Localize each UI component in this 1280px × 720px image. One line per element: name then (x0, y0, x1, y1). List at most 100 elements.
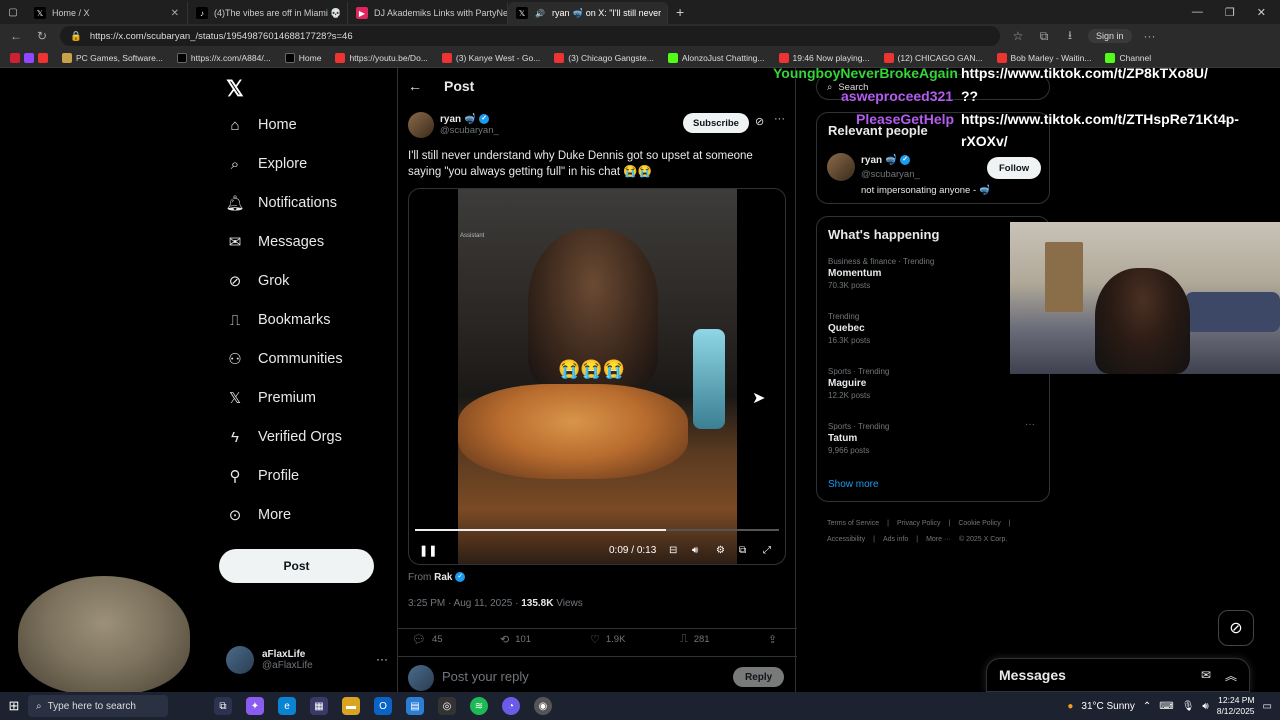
bookmark-item[interactable]: (3) Kanye West - Go... (441, 52, 540, 63)
outlook-icon[interactable]: O (374, 697, 392, 715)
close-window-icon[interactable]: ✕ (1257, 6, 1266, 19)
chevron-up-icon[interactable]: ⌃ (1143, 701, 1151, 712)
nav-more[interactable]: ⊙ More (226, 506, 291, 524)
steam-icon[interactable]: ◎ (438, 697, 456, 715)
trend-item[interactable]: Sports · Trending Maguire 12.2K posts (828, 367, 889, 400)
person-name-row[interactable]: ryan 🤿 ✓ (861, 155, 911, 166)
trend-item[interactable]: Trending Quebec 16.3K posts (828, 312, 870, 345)
pause-icon[interactable]: ❚❚ (419, 544, 437, 557)
footer-link[interactable]: Terms of Service (827, 520, 879, 527)
bookmark-item[interactable]: PC Games, Software... (62, 52, 163, 63)
edge-icon[interactable]: e (278, 697, 296, 715)
extensions-icon[interactable]: ⧉ (1036, 29, 1052, 44)
x-logo-icon[interactable]: 𝕏 (226, 76, 244, 102)
nav-bookmarks[interactable]: ⎍ Bookmarks (226, 311, 331, 329)
reply-action[interactable]: 💬︎ 45 (412, 633, 443, 646)
nav-notifications[interactable]: 🔔︎ Notifications (225, 194, 337, 212)
settings-more-icon[interactable]: ··· (1142, 29, 1158, 43)
reply-button[interactable]: Reply (733, 667, 785, 687)
video-player[interactable]: Assistant 😭😭😭 ❚❚ 0:09 / 0:13 ⊟ 🔊︎ ⚙ ⧉ ⤢ (408, 188, 786, 565)
nav-home[interactable]: ⌂ Home (226, 116, 296, 134)
obs-icon[interactable]: ◉ (534, 697, 552, 715)
bookmark-item[interactable]: Channel (1105, 52, 1151, 63)
browser-tab-post[interactable]: 𝕏 🔊 ryan 🤿 on X: "I'll still never ✕ (508, 2, 668, 24)
maximize-icon[interactable]: ❐ (1225, 6, 1235, 19)
bookmark-item[interactable]: (12) CHICAGO GAN... (883, 52, 983, 63)
footer-link[interactable]: Accessibility (827, 536, 865, 543)
bookmark-item[interactable]: https://youtu.be/Do... (335, 52, 428, 63)
spotify-icon[interactable]: ≋ (470, 697, 488, 715)
repost-action[interactable]: ⟲ 101 (500, 633, 531, 646)
volume-icon[interactable]: 🔊︎ (1202, 701, 1208, 712)
copilot-icon[interactable]: ✦ (246, 697, 264, 715)
downloads-icon[interactable]: ⭳ (1062, 26, 1078, 47)
refresh-icon[interactable]: ↻ (34, 29, 50, 43)
volume-icon[interactable]: 🔊︎ (692, 545, 698, 556)
post-author[interactable]: ryan 🤿 ✓ @scubaryan_ (408, 112, 499, 138)
pip-icon[interactable]: ⧉ (739, 545, 746, 556)
bookmark-item[interactable]: AlonzoJust Chatting... (667, 52, 765, 63)
reply-input[interactable]: Post your reply (442, 669, 529, 684)
bookmark-item[interactable]: Bob Marley - Waitin... (996, 52, 1091, 63)
more-dots-icon[interactable]: ··· (1025, 419, 1035, 430)
like-action[interactable]: ♡ 1.9K (590, 633, 625, 646)
nav-premium[interactable]: 𝕏 Premium (226, 389, 316, 407)
bookmark-action[interactable]: ⎍ 281 (680, 633, 710, 646)
favorites-icon[interactable]: ☆ (1010, 29, 1026, 43)
footer-link[interactable]: Cookie Policy (958, 520, 1000, 527)
new-tab-icon[interactable]: + (668, 4, 684, 20)
messages-drawer[interactable]: Messages ✉ ︽ (986, 658, 1250, 692)
avatar[interactable] (408, 112, 434, 138)
grok-icon[interactable]: ⊘ (755, 115, 764, 128)
calculator-icon[interactable]: ▤ (406, 697, 424, 715)
subscribe-button[interactable]: Subscribe (683, 113, 749, 133)
url-field[interactable]: 🔒 https://x.com/scubaryan_/status/195498… (60, 26, 1000, 46)
source-name[interactable]: Rak (434, 572, 452, 583)
expand-icon[interactable]: ︽ (1225, 667, 1237, 684)
minimize-icon[interactable]: — (1192, 6, 1203, 19)
bookmark-item[interactable]: 19:46 Now playing... (778, 52, 870, 63)
share-action[interactable]: ⇪ (768, 633, 777, 646)
nav-explore[interactable]: ⌕ Explore (226, 155, 307, 173)
settings-icon[interactable]: ⚙ (716, 545, 725, 556)
footer-link[interactable]: Privacy Policy (897, 520, 941, 527)
show-more-link[interactable]: Show more (828, 479, 879, 490)
post-button[interactable]: Post (219, 549, 374, 583)
follow-button[interactable]: Follow (987, 157, 1042, 179)
bookmark-item[interactable]: https://x.com/A884/... (176, 52, 271, 63)
task-view-icon[interactable]: ⧉ (214, 697, 232, 715)
more-dots-icon[interactable]: ··· (774, 113, 785, 125)
video-progress-bar[interactable] (415, 529, 779, 531)
post-timestamp[interactable]: 3:25 PM · Aug 11, 2025 · (408, 598, 521, 609)
grok-fab-button[interactable]: ⊘ (1218, 610, 1254, 646)
avatar[interactable] (827, 153, 855, 181)
microphone-icon[interactable]: 🎙︎ (1182, 701, 1195, 712)
trend-item[interactable]: Business & finance · Trending Momentum 7… (828, 257, 934, 290)
browser-tab-home[interactable]: 𝕏 Home / X ✕ (26, 2, 188, 24)
browser-tab-tiktok[interactable]: ♪ (4)The vibes are off in Miami 💀 ✕ (188, 2, 348, 24)
fullscreen-icon[interactable]: ⤢ (763, 545, 771, 556)
bookmark-item[interactable]: (3) Chicago Gangste... (554, 52, 654, 63)
nav-verified-orgs[interactable]: ϟ Verified Orgs (226, 428, 342, 446)
captions-icon[interactable]: ⊟ (669, 545, 677, 556)
bookmark-item[interactable]: Home (284, 52, 321, 63)
network-icon[interactable]: ⌨ (1159, 701, 1173, 712)
footer-link[interactable]: Ads info (883, 536, 908, 543)
store-icon[interactable]: ▦ (310, 697, 328, 715)
taskbar-search[interactable]: ⌕ Type here to search (28, 695, 168, 717)
clock[interactable]: 12:24 PM 8/12/2025 (1217, 695, 1255, 717)
file-explorer-icon[interactable]: ▬ (342, 697, 360, 715)
discord-icon[interactable]: ◔ (502, 697, 520, 715)
sign-in-button[interactable]: Sign in (1088, 29, 1132, 43)
tab-actions-icon[interactable]: ▢ (0, 7, 26, 18)
browser-tab-youtube[interactable]: ▶ DJ Akademiks Links with PartyNe ✕ (348, 2, 508, 24)
nav-messages[interactable]: ✉ Messages (226, 233, 324, 251)
account-switcher[interactable]: aFlaxLife @aFlaxLife ··· (226, 646, 388, 674)
nav-communities[interactable]: ⚇ Communities (226, 350, 342, 368)
windows-start-icon[interactable]: ⊞ (0, 698, 28, 714)
trend-item[interactable]: Sports · Trending Tatum 9,966 posts (828, 422, 889, 455)
more-dots-icon[interactable]: ··· (376, 652, 388, 666)
new-message-icon[interactable]: ✉ (1201, 668, 1211, 682)
notifications-icon[interactable]: ▭ (1263, 701, 1272, 712)
weather-text[interactable]: 31°C Sunny (1081, 701, 1134, 712)
